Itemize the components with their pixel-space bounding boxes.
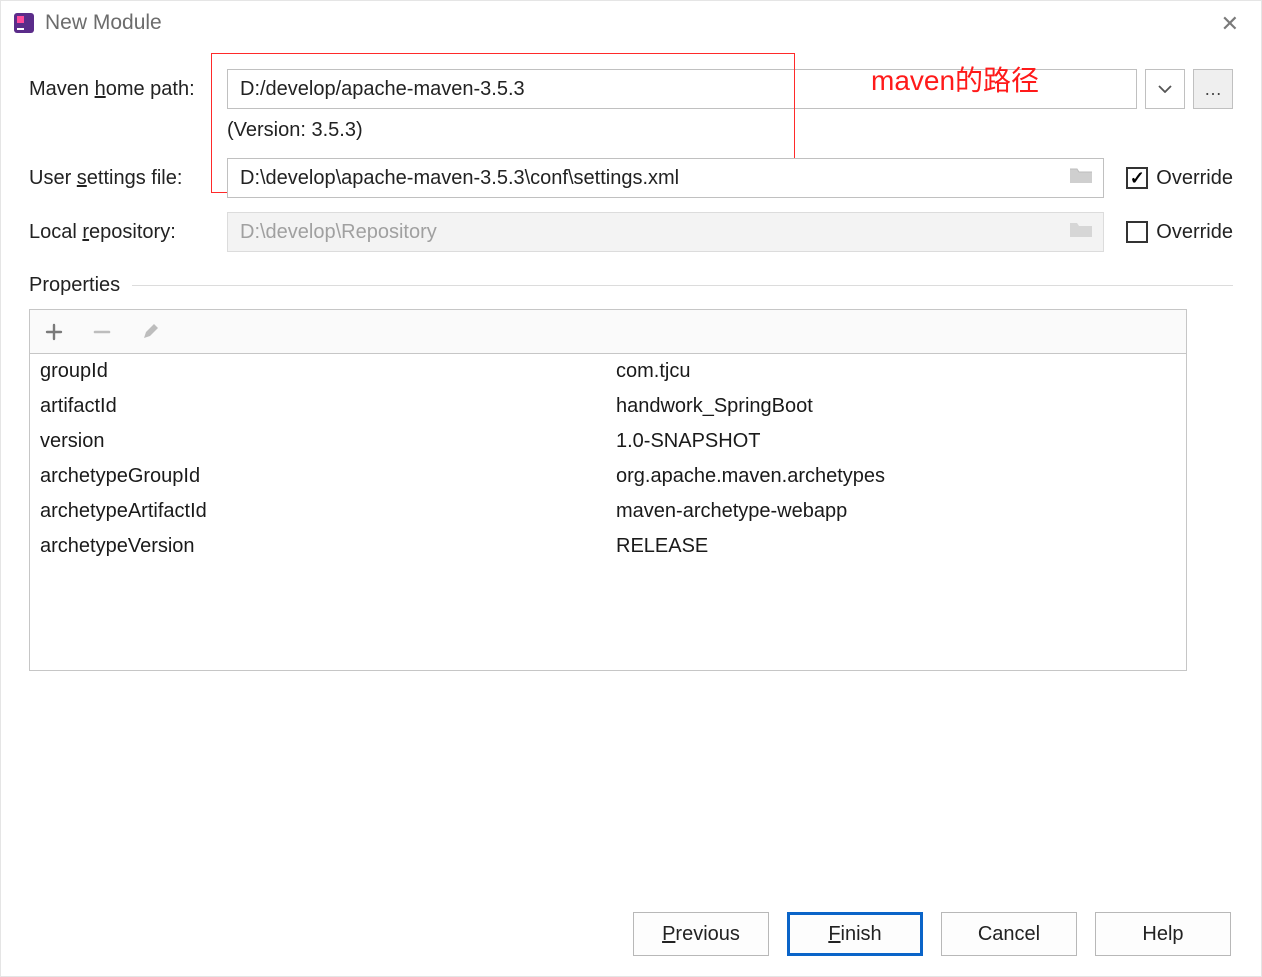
folder-icon [1068,219,1094,239]
label-text: User [29,167,77,189]
property-value: RELEASE [616,535,1176,558]
maven-home-label: Maven home path: [29,78,227,101]
finish-button[interactable]: Finish [787,912,923,956]
local-repo-override-label: Override [1156,221,1233,244]
user-settings-browse-button[interactable] [1068,165,1094,191]
local-repo-input [227,212,1104,252]
button-label: inish [841,923,882,946]
close-button[interactable]: ✕ [1221,11,1239,37]
user-settings-override-label: Override [1156,167,1233,190]
local-repo-row: Local repository: Override [29,212,1233,252]
maven-version-text: (Version: 3.5.3) [227,119,1233,142]
property-value: 1.0-SNAPSHOT [616,430,1176,453]
property-key: archetypeGroupId [40,465,616,488]
local-repo-label: Local repository: [29,221,227,244]
label-mnemonic: h [95,78,106,100]
user-settings-override-checkbox[interactable] [1126,167,1148,189]
add-property-button[interactable] [40,318,68,346]
label-text: Maven [29,78,95,100]
property-key: artifactId [40,395,616,418]
form-area: Maven home path: … (Version: 3.5.3) User… [1,45,1261,297]
label-text: epository: [89,221,176,243]
local-repo-override-checkbox[interactable] [1126,221,1148,243]
property-value: com.tjcu [616,360,1176,383]
property-key: archetypeVersion [40,535,616,558]
user-settings-row: User settings file: Override [29,158,1233,198]
cancel-button[interactable]: Cancel [941,912,1077,956]
remove-property-button[interactable] [88,318,116,346]
plus-icon [45,323,63,341]
divider [132,285,1233,286]
label-mnemonic: s [77,167,87,189]
maven-home-field-wrap: … [227,69,1233,109]
intellij-icon [13,12,35,34]
new-module-dialog: New Module ✕ maven的路径 Maven home path: …… [0,0,1262,977]
properties-panel: groupIdcom.tjcuartifactIdhandwork_Spring… [29,309,1187,671]
user-settings-input[interactable] [227,158,1104,198]
table-row[interactable]: artifactIdhandwork_SpringBoot [30,389,1186,424]
label-text: ome path: [106,78,195,100]
annotation-text: maven的路径 [871,59,1039,99]
label-text: ettings file: [87,167,183,189]
button-bar: Previous Finish Cancel Help [633,912,1231,956]
properties-title: Properties [29,274,120,297]
user-settings-field-wrap: Override [227,158,1233,198]
property-value: org.apache.maven.archetypes [616,465,1176,488]
button-mnemonic: P [662,923,675,946]
minus-icon [93,323,111,341]
maven-home-row: Maven home path: … [29,69,1233,109]
property-value: maven-archetype-webapp [616,500,1176,523]
property-key: groupId [40,360,616,383]
window-title: New Module [45,11,162,35]
maven-home-browse-button[interactable]: … [1193,69,1233,109]
pencil-icon [141,323,159,341]
property-key: version [40,430,616,453]
previous-button[interactable]: Previous [633,912,769,956]
button-label: revious [675,923,739,946]
title-bar: New Module ✕ [1,1,1261,45]
chevron-down-icon [1158,85,1172,93]
properties-table[interactable]: groupIdcom.tjcuartifactIdhandwork_Spring… [30,354,1186,670]
folder-icon [1068,165,1094,185]
local-repo-override-wrap: Override [1126,221,1233,244]
table-row[interactable]: archetypeVersionRELEASE [30,529,1186,564]
property-key: archetypeArtifactId [40,500,616,523]
label-text: Local [29,221,82,243]
table-row[interactable]: archetypeGroupIdorg.apache.maven.archety… [30,459,1186,494]
properties-header: Properties [29,274,1233,297]
table-row[interactable]: groupIdcom.tjcu [30,354,1186,389]
maven-home-dropdown-button[interactable] [1145,69,1185,109]
edit-property-button[interactable] [136,318,164,346]
user-settings-label: User settings file: [29,167,227,190]
local-repo-field-wrap: Override [227,212,1233,252]
table-row[interactable]: version1.0-SNAPSHOT [30,424,1186,459]
local-repo-browse-button[interactable] [1068,219,1094,245]
property-value: handwork_SpringBoot [616,395,1176,418]
table-row[interactable]: archetypeArtifactIdmaven-archetype-webap… [30,494,1186,529]
help-button[interactable]: Help [1095,912,1231,956]
user-settings-override-wrap: Override [1126,167,1233,190]
properties-toolbar [30,310,1186,354]
button-mnemonic: F [828,923,840,946]
